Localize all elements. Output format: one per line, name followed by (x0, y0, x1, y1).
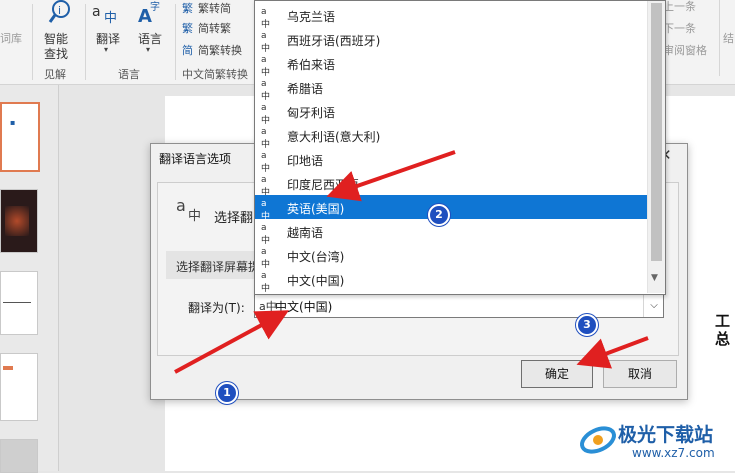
watermark-logo-icon (580, 426, 616, 454)
step-badge-3: 3 (576, 314, 598, 336)
watermark-url: www.xz7.com (632, 446, 715, 460)
step-badge-1: 1 (216, 382, 238, 404)
watermark-name: 极光下载站 (618, 424, 714, 446)
step-badge-2: 2 (428, 204, 450, 226)
arrow-1 (174, 310, 290, 374)
annotation-arrows (174, 150, 649, 374)
arrow-2 (326, 150, 456, 202)
arrow-3 (576, 336, 649, 369)
